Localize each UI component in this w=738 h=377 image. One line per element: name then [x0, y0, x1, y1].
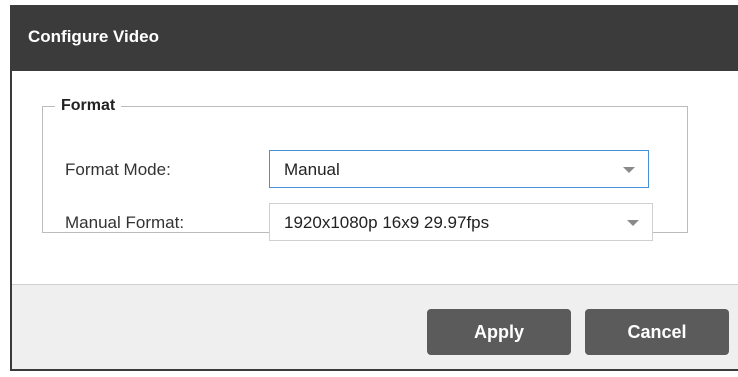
format-mode-select[interactable]: Manual: [269, 150, 649, 188]
dialog-footer: Apply Cancel: [12, 285, 738, 369]
chevron-down-icon: [627, 220, 639, 226]
manual-format-label: Manual Format:: [65, 213, 185, 232]
dialog-title: Configure Video: [28, 27, 159, 46]
format-mode-label: Format Mode:: [65, 160, 171, 179]
apply-button[interactable]: Apply: [427, 309, 571, 355]
format-legend: Format: [61, 97, 116, 114]
dialog-titlebar: Configure Video: [10, 5, 738, 71]
configure-video-dialog: Configure Video Format Format Mode: Manu…: [10, 5, 738, 371]
cancel-button[interactable]: Cancel: [585, 309, 729, 355]
chevron-down-icon: [623, 167, 635, 173]
format-mode-value: Manual: [284, 160, 340, 179]
format-fieldset: Format Format Mode: Manual Manual Format…: [42, 97, 688, 241]
manual-format-value: 1920x1080p 16x9 29.97fps: [284, 213, 490, 232]
manual-format-select[interactable]: 1920x1080p 16x9 29.97fps: [269, 203, 653, 241]
